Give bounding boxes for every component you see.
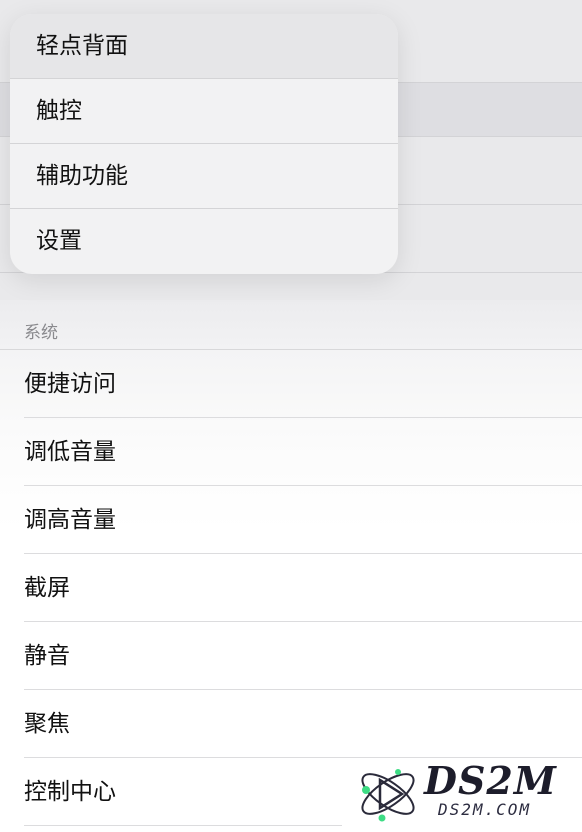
menu-item-label: 辅助功能 <box>36 163 128 189</box>
menu-item-label: 轻点背面 <box>36 33 128 59</box>
list-item-label: 截屏 <box>24 575 70 601</box>
system-section-title: 系统 <box>24 323 58 343</box>
list-item-volume-down[interactable]: 调低音量 <box>0 418 582 486</box>
atom-logo-icon <box>361 769 415 822</box>
list-item-label: 调低音量 <box>24 439 116 465</box>
menu-item-settings[interactable]: 设置 <box>10 209 398 274</box>
navigation-context-menu: 轻点背面 触控 辅助功能 设置 <box>10 14 398 274</box>
list-item-focus[interactable]: 聚焦 <box>0 690 582 758</box>
list-item-label: 便捷访问 <box>24 371 116 397</box>
list-item-label: 控制中心 <box>24 779 116 805</box>
list-item-mute[interactable]: 静音 <box>0 622 582 690</box>
list-item-label: 调高音量 <box>24 507 116 533</box>
menu-item-touch[interactable]: 触控 <box>10 79 398 144</box>
list-item-quick-access[interactable]: 便捷访问 <box>0 350 582 418</box>
list-item-label: 聚焦 <box>24 711 70 737</box>
menu-item-label: 触控 <box>36 98 82 124</box>
menu-item-accessibility[interactable]: 辅助功能 <box>10 144 398 209</box>
list-item-volume-up[interactable]: 调高音量 <box>0 486 582 554</box>
menu-item-label: 设置 <box>36 228 82 254</box>
watermark-domain-text: DS2M.COM <box>438 800 532 819</box>
watermark: DS2M DS2M.COM <box>352 758 578 828</box>
list-item-screenshot[interactable]: 截屏 <box>0 554 582 622</box>
watermark-logo-text: DS2M <box>424 758 557 803</box>
system-section-header <box>0 300 582 350</box>
menu-item-back-tap[interactable]: 轻点背面 <box>10 14 398 79</box>
list-item-label: 静音 <box>24 643 70 669</box>
row-divider <box>24 825 342 826</box>
